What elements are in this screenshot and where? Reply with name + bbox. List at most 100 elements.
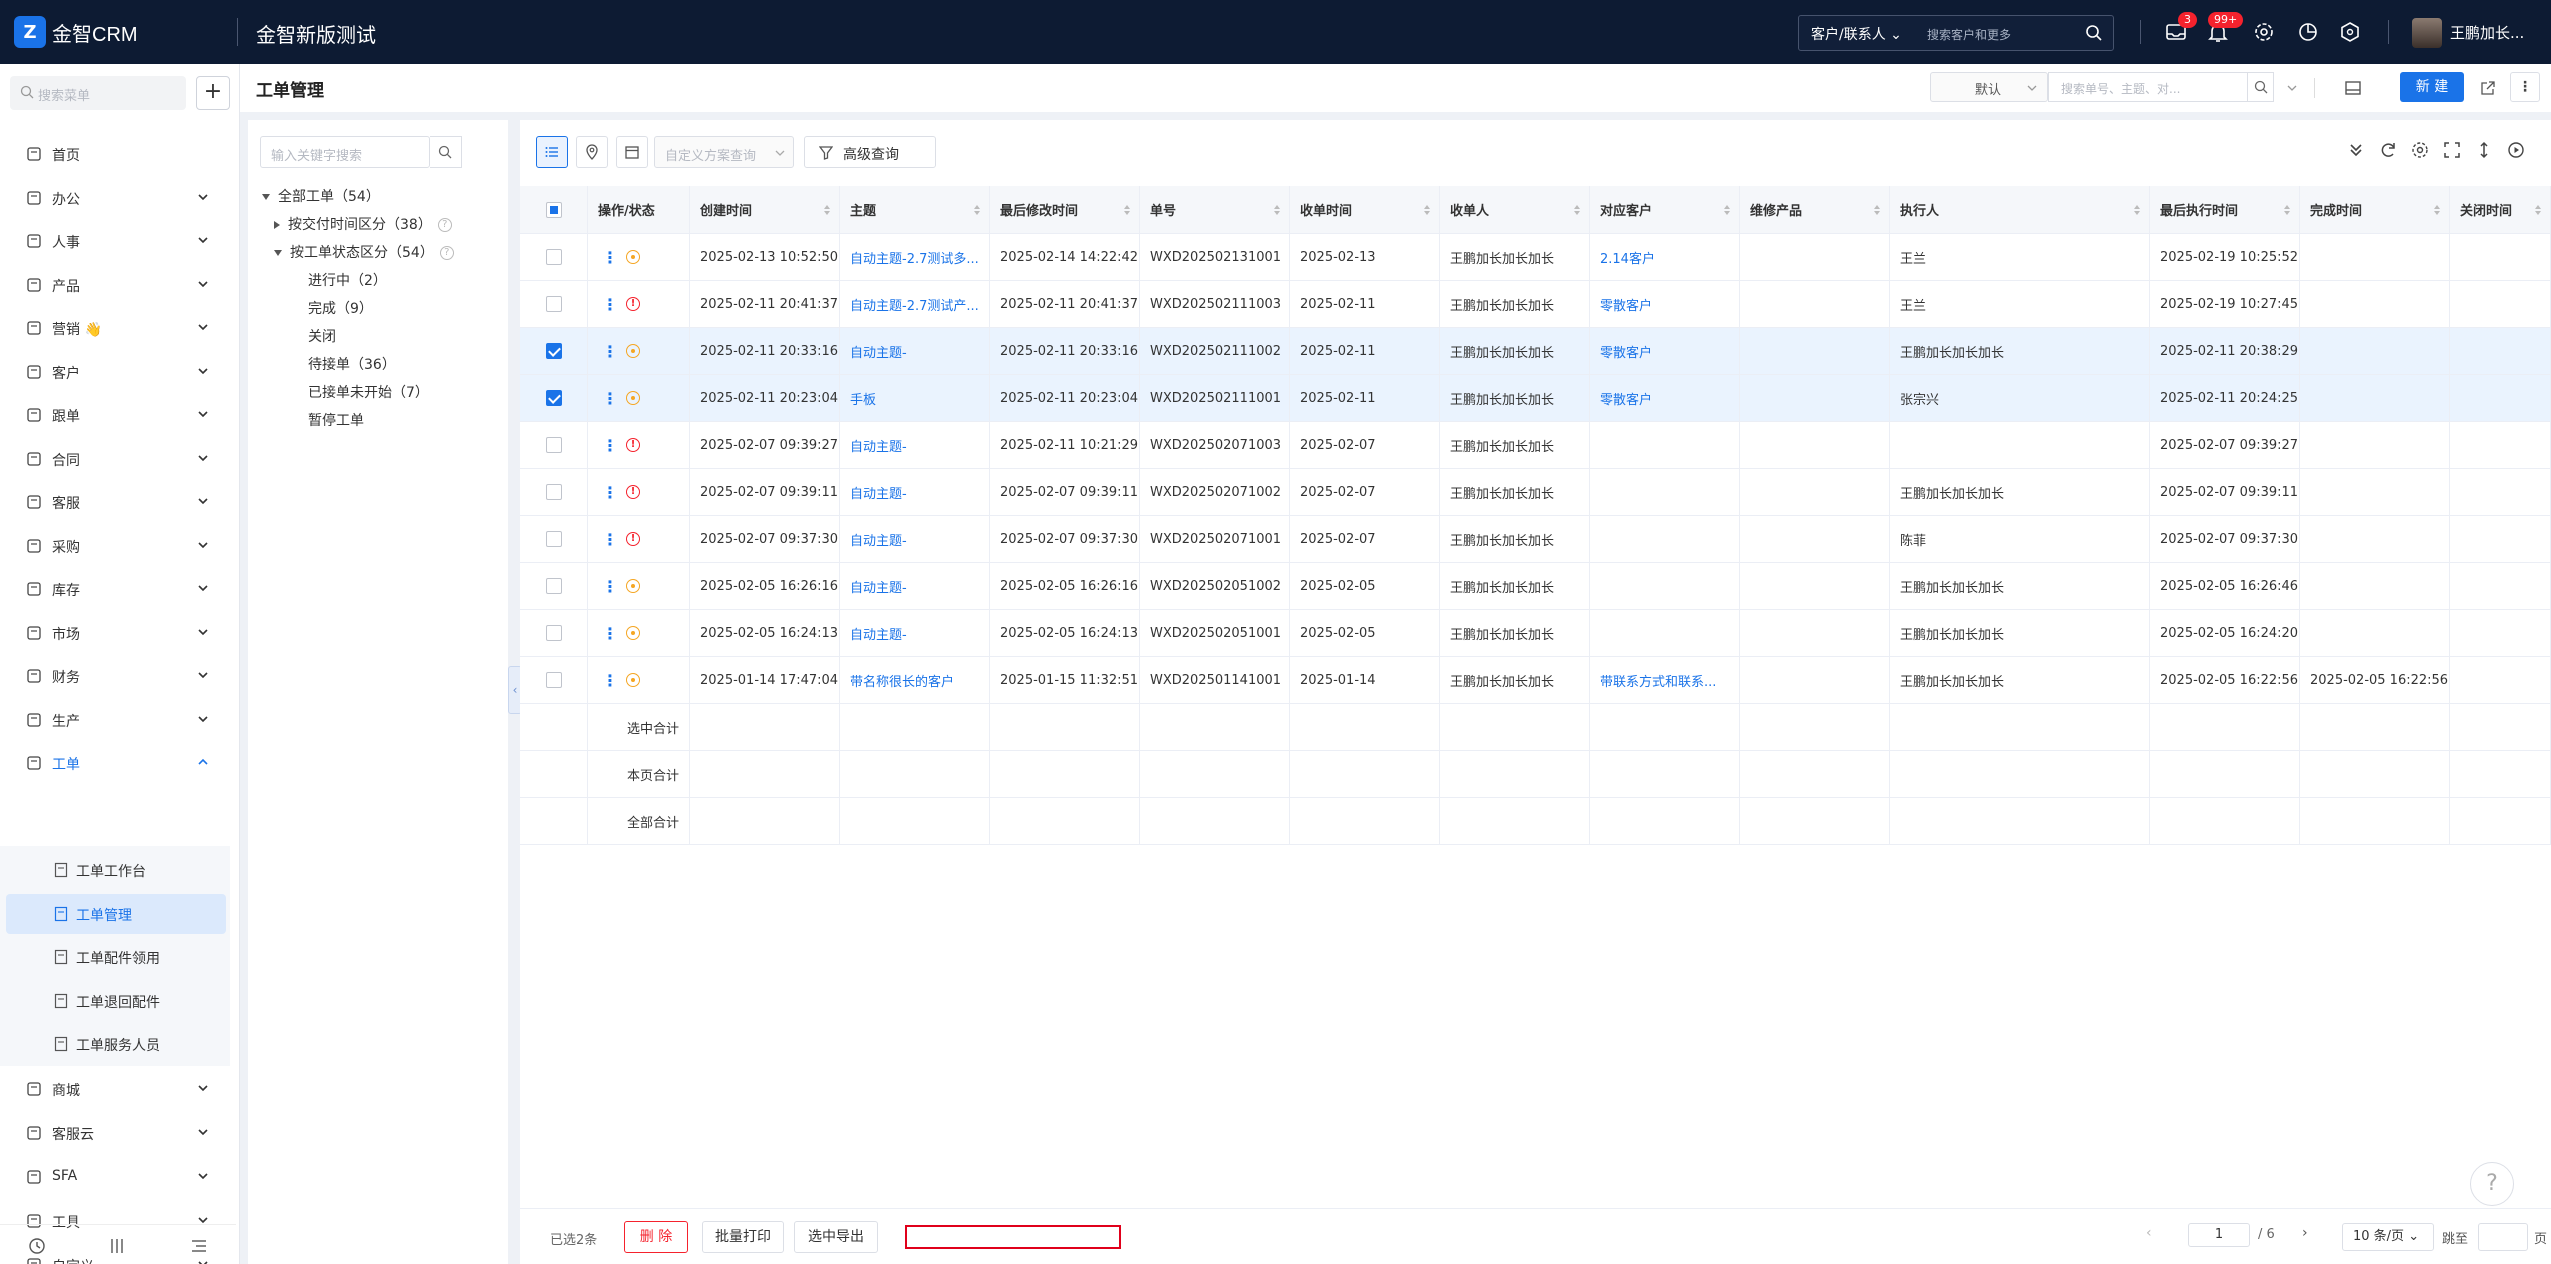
customer-value[interactable]: 带联系方式和联系... (1600, 671, 1716, 690)
tree-search-button[interactable] (430, 136, 462, 168)
sidebar-item[interactable]: 首页 (0, 132, 236, 176)
row-checkbox[interactable] (545, 578, 562, 594)
sort-icon[interactable] (1873, 204, 1881, 216)
subject-value[interactable]: 自动主题-2.7测试产... (850, 295, 979, 314)
sidebar-item[interactable]: 营销 👋 (0, 306, 236, 350)
tree-node-status[interactable]: 进行中（2） (308, 270, 387, 290)
customer-value[interactable]: 零散客户 (1600, 389, 1652, 408)
column-header[interactable]: 关闭时间 (2450, 186, 2551, 233)
subject-value[interactable]: 自动主题- (850, 342, 907, 361)
delete-button[interactable]: 删 除 (624, 1221, 688, 1253)
list-view-button[interactable] (536, 136, 568, 168)
table-cell[interactable]: 2.14客户 (1590, 234, 1740, 280)
sidebar-subitem[interactable]: 工单退回配件 (6, 981, 226, 1021)
sidebar-item[interactable]: SFA (0, 1155, 236, 1199)
sort-icon[interactable] (823, 204, 831, 216)
row-checkbox[interactable] (545, 343, 562, 359)
sidebar-item[interactable]: 办公 (0, 176, 236, 220)
sort-icon[interactable] (2283, 204, 2291, 216)
table-cell[interactable]: 带联系方式和联系... (1590, 657, 1740, 703)
column-header[interactable]: 主题 (840, 186, 990, 233)
sidebar-item[interactable]: 客服 (0, 480, 236, 524)
chevron-down-icon[interactable] (2286, 82, 2298, 94)
double-chevron-down-icon[interactable] (2346, 140, 2366, 160)
tree-node-status[interactable]: 待接单（36） (308, 354, 396, 374)
help-button[interactable]: ? (2470, 1162, 2514, 1206)
sidebar-item[interactable]: 商城 (0, 1067, 236, 1111)
sidebar-subitem[interactable]: 工单配件领用 (6, 937, 226, 977)
column-header[interactable]: 最后执行时间 (2150, 186, 2300, 233)
column-header[interactable]: 维修产品 (1740, 186, 1890, 233)
menu-collapse-icon[interactable] (190, 1237, 208, 1255)
table-cell[interactable]: 零散客户 (1590, 281, 1740, 327)
table-row[interactable]: ⋮ 2025-02-05 16:26:16 自动主题- 2025-02-05 16:2… (520, 563, 2551, 610)
column-header[interactable]: 操作/状态 (588, 186, 690, 233)
row-more-icon[interactable]: ⋮ (602, 624, 618, 643)
custom-scheme-select[interactable]: 自定义方案查询 (654, 136, 794, 168)
customer-value[interactable]: 2.14客户 (1600, 248, 1655, 267)
search-icon[interactable] (2085, 24, 2103, 42)
export-selected-button[interactable]: 选中导出 (794, 1221, 878, 1253)
help-icon[interactable]: ? (439, 246, 454, 260)
tree-node-status[interactable]: 暂停工单 (308, 410, 364, 430)
user-name[interactable]: 王鹏加长... (2450, 22, 2524, 43)
subject-value[interactable]: 自动主题- (850, 530, 907, 549)
page-search-button[interactable] (2248, 72, 2274, 102)
row-more-icon[interactable]: ⋮ (602, 295, 618, 314)
sort-icon[interactable] (1123, 204, 1131, 216)
fullscreen-icon[interactable] (2442, 140, 2462, 160)
history-icon[interactable] (28, 1237, 46, 1255)
prev-page-button[interactable]: ‹ (2146, 1225, 2152, 1241)
sidebar-item[interactable]: 合同 (0, 437, 236, 481)
global-search-input[interactable]: 搜索客户和更多 (1927, 26, 2011, 43)
customer-value[interactable]: 零散客户 (1600, 295, 1652, 314)
table-row[interactable]: ⋮ 2025-02-13 10:52:50 自动主题-2.7测试多... 2025-0… (520, 234, 2551, 281)
help-icon[interactable]: ? (437, 218, 452, 232)
sidebar-item[interactable]: 客户 (0, 350, 236, 394)
column-header[interactable]: 单号 (1140, 186, 1290, 233)
page-size-select[interactable]: 10 条/页 ⌄ (2342, 1223, 2434, 1251)
subject-value[interactable]: 自动主题- (850, 624, 907, 643)
subject-value[interactable]: 自动主题- (850, 577, 907, 596)
table-cell[interactable]: 零散客户 (1590, 375, 1740, 421)
sidebar-item[interactable]: 生产 (0, 698, 236, 742)
sort-icon[interactable] (2534, 204, 2542, 216)
sort-icon[interactable] (1423, 204, 1431, 216)
table-cell[interactable]: 自动主题- (840, 422, 990, 468)
column-header[interactable]: 收单人 (1440, 186, 1590, 233)
row-checkbox[interactable] (545, 437, 562, 453)
table-row[interactable]: ⋮! 2025-02-07 09:39:11 自动主题- 2025-02-07 09:… (520, 469, 2551, 516)
table-cell[interactable]: 零散客户 (1590, 328, 1740, 374)
tree-node-status[interactable]: 完成（9） (308, 298, 373, 318)
table-row[interactable]: ⋮ 2025-02-11 20:23:04 手板 2025-02-11 20:23:0… (520, 375, 2551, 422)
refresh-icon[interactable] (2378, 140, 2398, 160)
advanced-query-button[interactable]: 高级查询 (804, 136, 936, 168)
sidebar-item[interactable]: 跟单 (0, 393, 236, 437)
tree-node-group-delivery[interactable]: 按交付时间区分（38）? (274, 214, 452, 234)
subject-value[interactable]: 手板 (850, 389, 876, 408)
global-search[interactable]: 客户/联系人 ⌄ 搜索客户和更多 (1798, 15, 2114, 51)
sort-icon[interactable] (2433, 204, 2441, 216)
table-cell[interactable]: 自动主题-2.7测试多... (840, 234, 990, 280)
play-circle-icon[interactable] (2506, 140, 2526, 160)
calendar-view-button[interactable] (616, 136, 648, 168)
column-header[interactable]: 创建时间 (690, 186, 840, 233)
batch-print-button[interactable]: 批量打印 (702, 1221, 784, 1253)
tree-node-status[interactable]: 关闭 (308, 326, 336, 346)
sort-icon[interactable] (1723, 204, 1731, 216)
row-more-icon[interactable]: ⋮ (602, 671, 618, 690)
sliders-icon[interactable] (108, 1237, 126, 1255)
jump-input[interactable] (2478, 1223, 2528, 1251)
new-button[interactable]: 新 建 (2400, 72, 2464, 102)
map-view-button[interactable] (576, 136, 608, 168)
row-checkbox[interactable] (545, 390, 562, 406)
sidebar-item[interactable]: 市场 (0, 611, 236, 655)
table-row[interactable]: ⋮ 2025-02-05 16:24:13 自动主题- 2025-02-05 16:2… (520, 610, 2551, 657)
row-checkbox[interactable] (545, 625, 562, 641)
sidebar-item[interactable]: 库存 (0, 567, 236, 611)
view-select[interactable]: 默认 (1930, 72, 2048, 102)
table-cell[interactable]: 自动主题-2.7测试产... (840, 281, 990, 327)
row-checkbox[interactable] (545, 249, 562, 265)
row-checkbox[interactable] (545, 672, 562, 688)
sidebar-item[interactable]: 采购 (0, 524, 236, 568)
